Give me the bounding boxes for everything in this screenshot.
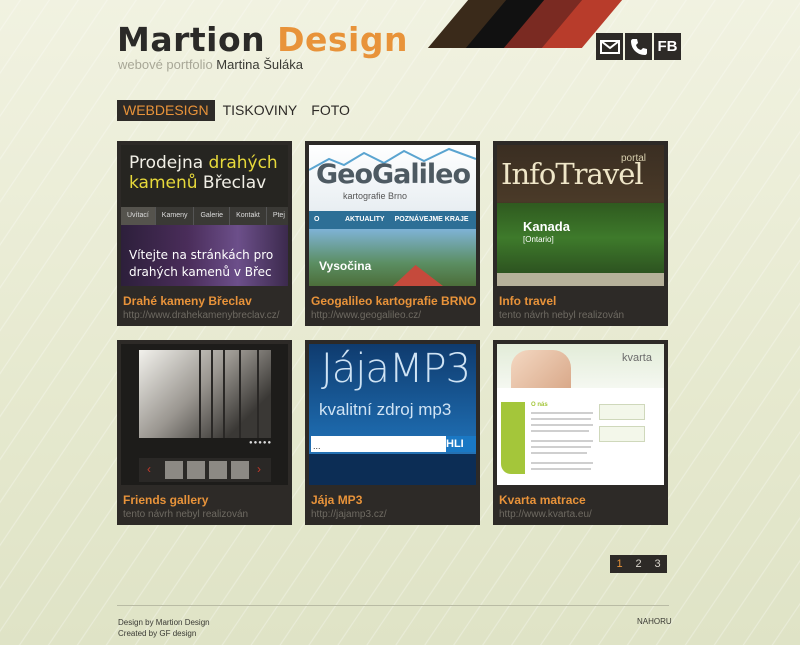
portfolio-thumbnail[interactable]: ●●●●● ‹ › [121,344,288,485]
thumb-region: [Ontario] [523,235,554,244]
thumb-brand: JájaMP3 [321,346,471,392]
portfolio-thumbnail[interactable]: portal InfoTravel Kanada [Ontario] [497,145,664,286]
header-photo-strip [427,0,623,48]
portfolio-thumbnail[interactable]: JájaMP3 kvalitní zdroj mp3 ... HLI [309,344,476,485]
arrow-right-icon: › [257,462,261,476]
card-title[interactable]: Info travel [499,294,556,308]
pagination: 1 2 3 [610,555,667,573]
phone-icon[interactable] [625,33,652,60]
thumb-banner-text: Vítejte na stránkách pro [129,248,274,262]
logo-word-martion: Martion [117,20,266,59]
arrow-left-icon: ‹ [147,462,151,476]
card-note: tento návrh nebyl realizován [123,509,249,520]
nav-item-webdesign[interactable]: WEBDESIGN [117,100,215,121]
thumb-banner: Vítejte na stránkách pro drahých kamenů v… [121,225,288,286]
card-note: tento návrh nebyl realizován [499,310,625,321]
page-link-2[interactable]: 2 [629,555,648,573]
thumb-river [497,273,664,286]
thumb-photo [511,350,571,388]
thumb-logo: GeoGalileo [316,159,471,190]
author-name: Martina Šuláka [216,57,304,72]
portfolio-card[interactable]: portal InfoTravel Kanada [Ontario] Info … [493,141,668,326]
thumb-menu-item: POZNÁVEJME KRAJE Č [394,216,469,241]
thumb-menu-item: Galerie [194,207,231,225]
card-title[interactable]: Geogalileo kartografie BRNO [311,294,476,308]
portfolio-thumbnail[interactable]: Prodejna drahých kamenů Břeclav Uvítací … [121,145,288,286]
thumb-section-title: O nás [531,402,548,408]
thumb-photo [309,229,476,286]
portfolio-thumbnail[interactable]: GeoGalileo kartografie Brno O NÁS AKTUAL… [309,145,476,286]
thumb-box [599,404,645,420]
portfolio-thumbnail[interactable]: kvarta O nás [497,344,664,485]
portfolio-card[interactable]: Prodejna drahých kamenů Břeclav Uvítací … [117,141,292,326]
thumb-banner-text: drahých kamenů v Břec [129,265,272,279]
mail-icon[interactable] [596,33,623,60]
card-url[interactable]: http://www.geogalileo.cz/ [311,310,421,321]
thumb-footer [309,454,476,485]
site-logo[interactable]: Martion Design [117,20,408,60]
card-title[interactable]: Drahé kameny Břeclav [123,294,252,308]
footer-divider [117,605,669,606]
thumb-menu-item: AKTUALITY [344,216,385,223]
portfolio-card[interactable]: ●●●●● ‹ › Friends gallery tento návrh ne… [117,340,292,525]
card-url[interactable]: http://www.drahekamenybreclav.cz/ [123,310,280,321]
thumb-rail: ‹ › [139,458,271,482]
thumb-heading-part: Břeclav [197,173,267,193]
thumb-slogan: kvalitní zdroj mp3 [319,400,452,419]
thumb-search-button: HLI [446,436,476,452]
page-link-3[interactable]: 3 [648,555,667,573]
thumb-box [599,426,645,442]
card-url[interactable]: http://www.kvarta.eu/ [499,509,592,520]
thumb-heading: Prodejna drahých kamenů Břeclav [129,153,278,193]
thumb-menu-item: Kameny [156,207,195,225]
thumb-menu-item: Uvítací list [121,207,156,237]
main-nav: WEBDESIGN TISKOVINY FOTO [117,100,358,121]
card-url[interactable]: http://jajamp3.cz/ [311,509,387,520]
thumb-menu-item: Kontakt [230,207,267,225]
page-link-1[interactable]: 1 [610,555,629,573]
card-title[interactable]: Kvarta matrace [499,493,586,507]
thumb-search-field: ... [311,436,446,452]
facebook-icon[interactable]: FB [654,33,681,60]
thumb-heading-part: kamenů [129,173,198,193]
thumb-menu: Uvítací list Kameny Galerie Kontakt Ptej [121,207,288,237]
portfolio-card[interactable]: GeoGalileo kartografie Brno O NÁS AKTUAL… [305,141,480,326]
thumb-sidebar [501,402,525,474]
facebook-label: FB [657,38,678,55]
thumb-heading-part: Prodejna [129,153,209,173]
card-title[interactable]: Jája MP3 [311,493,362,507]
portfolio-card[interactable]: kvarta O nás Kvarta matrace http://www.k… [493,340,668,525]
contact-buttons: FB [596,33,681,60]
back-to-top-link[interactable]: NAHORU [637,617,672,626]
thumb-dots: ●●●●● [249,440,273,446]
thumb-brand: kvarta [622,352,652,364]
thumb-menu-item: O NÁS [314,216,329,241]
thumb-photo [139,350,271,438]
thumb-caption: Vysočina [319,259,372,273]
thumb-search-placeholder: ... [313,441,321,451]
thumb-logo-sub: kartografie Brno [343,191,408,201]
card-title[interactable]: Friends gallery [123,493,208,507]
thumb-header: GeoGalileo kartografie Brno [309,145,476,211]
nav-item-foto[interactable]: FOTO [305,100,356,121]
logo-word-design: Design [277,20,408,59]
nav-item-tiskoviny[interactable]: TISKOVINY [217,100,304,121]
thumb-menu-item: Ptej [267,207,288,225]
thumb-brand: InfoTravel [501,157,644,191]
tagline: webové portfolio Martina Šuláka [118,57,303,72]
tagline-text: webové portfolio [118,57,213,72]
thumb-menu: O NÁS AKTUALITY POZNÁVEJME KRAJE Č [309,211,476,241]
footer-credits: Design by Martion Design Created by GF d… [118,617,210,639]
footer-credit-created: Created by GF design [118,629,197,638]
thumb-heading-part: drahých [208,153,278,173]
portfolio-card[interactable]: JájaMP3 kvalitní zdroj mp3 ... HLI Jája … [305,340,480,525]
thumb-place: Kanada [523,219,570,234]
footer-credit-design: Design by Martion Design [118,618,210,627]
